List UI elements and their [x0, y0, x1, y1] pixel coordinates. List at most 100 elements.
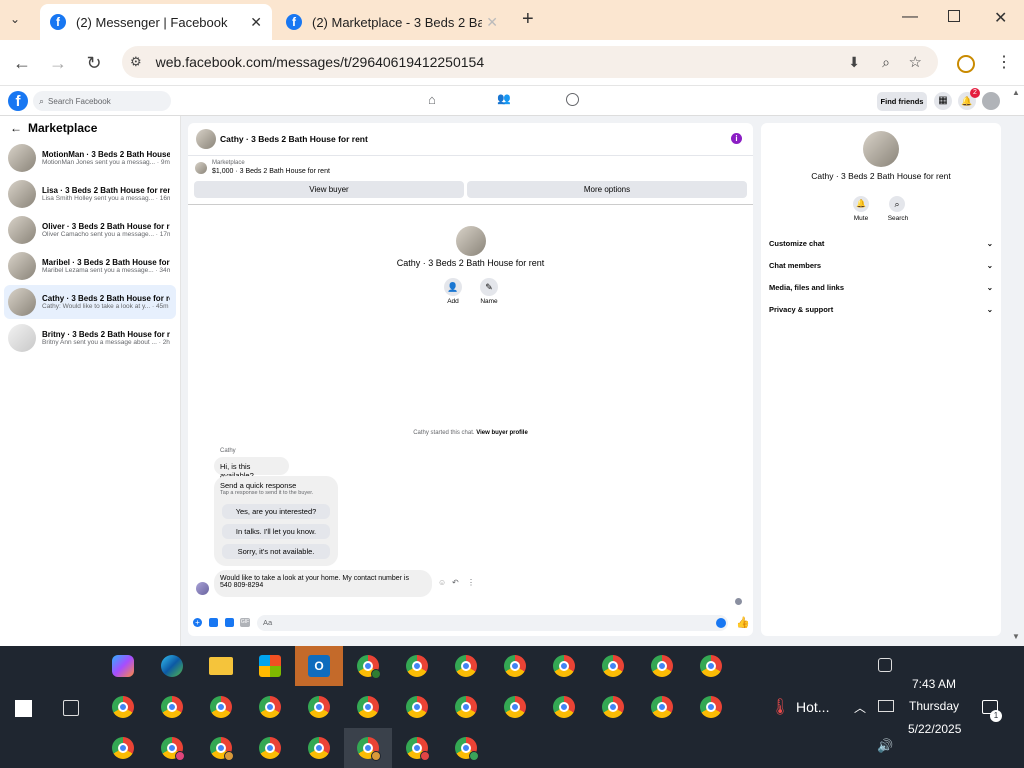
- chrome-icon[interactable]: [210, 696, 232, 718]
- start-windows-icon[interactable]: [15, 700, 32, 717]
- chrome-icon[interactable]: [553, 655, 575, 677]
- privacy-support-item[interactable]: Privacy & support ⌄: [769, 305, 993, 314]
- home-icon[interactable]: ⌂: [428, 92, 436, 107]
- chrome-icon[interactable]: [357, 696, 379, 718]
- address-bar[interactable]: ⚙ web.facebook.com/messages/t/2964061941…: [122, 46, 938, 78]
- file-explorer-icon[interactable]: [209, 657, 233, 675]
- weather-thermometer-icon[interactable]: 🌡: [770, 697, 790, 717]
- clock-date[interactable]: 5/22/2025: [908, 722, 961, 736]
- chrome-icon[interactable]: [651, 696, 673, 718]
- volume-icon[interactable]: 🔊: [877, 738, 893, 754]
- chrome-icon[interactable]: [700, 696, 722, 718]
- search-input[interactable]: ⌕ Search Facebook: [33, 91, 171, 111]
- chrome-icon[interactable]: [504, 655, 526, 677]
- close-tab-icon[interactable]: ✕: [486, 14, 498, 31]
- listing-thumbnail[interactable]: [195, 162, 207, 174]
- listing-info[interactable]: $1,000 · 3 Beds 2 Bath House for rent: [212, 168, 330, 175]
- media-files-links-item[interactable]: Media, files and links ⌄: [769, 283, 993, 292]
- groups-icon[interactable]: [566, 93, 579, 106]
- clock-time[interactable]: 7:43 AM: [912, 677, 956, 691]
- chat-members-item[interactable]: Chat members ⌄: [769, 261, 993, 270]
- chrome-icon[interactable]: [357, 655, 381, 679]
- back-arrow-icon[interactable]: ←: [10, 51, 34, 75]
- quick-reply-button[interactable]: Yes, are you interested?: [222, 504, 330, 519]
- profile-icon[interactable]: [957, 55, 975, 73]
- store-icon[interactable]: [259, 655, 281, 677]
- chrome-icon[interactable]: [308, 696, 330, 718]
- image-icon[interactable]: [209, 618, 218, 627]
- reload-icon[interactable]: ↻: [82, 51, 106, 75]
- chrome-icon[interactable]: [406, 655, 428, 677]
- chrome-icon[interactable]: [602, 655, 624, 677]
- sticker-icon[interactable]: [225, 618, 234, 627]
- browser-menu-icon[interactable]: ⋮: [996, 52, 1012, 72]
- chrome-icon[interactable]: [602, 696, 624, 718]
- customize-chat-item[interactable]: Customize chat ⌄: [769, 239, 993, 248]
- chrome-icon[interactable]: [651, 655, 673, 677]
- conversation-item[interactable]: Britny · 3 Beds 2 Bath House for rent Br…: [4, 321, 176, 355]
- conversation-item[interactable]: MotionMan · 3 Beds 2 Bath House... Motio…: [4, 141, 176, 175]
- tab-search-chevron-icon[interactable]: ⌄: [10, 12, 20, 26]
- chrome-icon[interactable]: [455, 737, 479, 761]
- restore-button[interactable]: [948, 10, 960, 22]
- scroll-down-arrow-icon[interactable]: ▼: [1012, 632, 1020, 641]
- tab-marketplace[interactable]: f (2) Marketplace - 3 Beds 2 Bath ✕: [276, 4, 508, 40]
- friends-icon[interactable]: 👥: [497, 92, 511, 105]
- back-arrow-icon[interactable]: ←: [10, 121, 22, 135]
- chrome-icon[interactable]: [553, 696, 575, 718]
- search-icon[interactable]: ⌕: [889, 196, 905, 212]
- mute-bell-icon[interactable]: 🔔: [853, 196, 869, 212]
- show-hidden-icons-chevron-icon[interactable]: ︿: [854, 699, 866, 716]
- task-view-icon[interactable]: [63, 700, 79, 716]
- chrome-icon[interactable]: [112, 696, 134, 718]
- menu-grid-icon[interactable]: ▦: [934, 92, 952, 110]
- minimize-button[interactable]: —: [902, 8, 918, 26]
- chrome-icon[interactable]: [455, 696, 477, 718]
- emoji-icon[interactable]: [716, 618, 726, 628]
- quick-reply-button[interactable]: Sorry, it's not available.: [222, 544, 330, 559]
- plus-circle-icon[interactable]: +: [193, 618, 202, 627]
- new-tab-button[interactable]: +: [522, 8, 534, 31]
- tab-messenger[interactable]: f (2) Messenger | Facebook ✕: [40, 4, 272, 40]
- conversation-item[interactable]: Lisa · 3 Beds 2 Bath House for rent Lisa…: [4, 177, 176, 211]
- forward-arrow-icon[interactable]: →: [46, 51, 70, 75]
- facebook-logo-icon[interactable]: f: [8, 91, 28, 111]
- network-icon[interactable]: [878, 700, 894, 712]
- chrome-icon[interactable]: [504, 696, 526, 718]
- conversation-item-selected[interactable]: Cathy · 3 Beds 2 Bath House for rent Cat…: [4, 285, 176, 319]
- copilot-icon[interactable]: [112, 655, 134, 677]
- chrome-icon[interactable]: [357, 737, 381, 761]
- chrome-icon[interactable]: [308, 737, 330, 759]
- site-info-icon[interactable]: ⚙: [130, 54, 142, 70]
- account-avatar[interactable]: [982, 92, 1000, 110]
- close-window-button[interactable]: ✕: [994, 8, 1007, 28]
- find-friends-button[interactable]: Find friends: [877, 92, 927, 111]
- chrome-icon[interactable]: [455, 655, 477, 677]
- close-tab-icon[interactable]: ✕: [250, 14, 262, 31]
- thumbs-up-icon[interactable]: 👍: [736, 616, 750, 629]
- pencil-icon[interactable]: ✎: [480, 278, 498, 296]
- chat-header-title[interactable]: Cathy · 3 Beds 2 Bath House for rent: [220, 134, 368, 144]
- more-options-button[interactable]: More options: [467, 181, 747, 198]
- view-buyer-button[interactable]: View buyer: [194, 181, 464, 198]
- chrome-icon[interactable]: [259, 696, 281, 718]
- outlook-icon[interactable]: O: [295, 646, 343, 686]
- quick-reply-button[interactable]: In talks. I'll let you know.: [222, 524, 330, 539]
- chrome-icon[interactable]: [406, 696, 428, 718]
- reply-icon[interactable]: ↶: [452, 578, 459, 587]
- weather-text[interactable]: Hot...: [796, 699, 829, 715]
- gif-icon[interactable]: GIF: [240, 618, 250, 627]
- chrome-icon[interactable]: [161, 696, 183, 718]
- info-avatar[interactable]: [863, 131, 899, 167]
- view-buyer-profile-link[interactable]: View buyer profile: [476, 430, 528, 436]
- meet-now-icon[interactable]: [878, 658, 892, 672]
- chrome-icon[interactable]: [112, 737, 134, 759]
- install-app-icon[interactable]: ⬇: [848, 54, 860, 71]
- chrome-icon[interactable]: [406, 737, 430, 761]
- message-input[interactable]: Aa: [257, 615, 728, 631]
- chrome-icon[interactable]: [210, 737, 234, 761]
- zoom-icon[interactable]: ⌕: [882, 54, 890, 71]
- conversation-item[interactable]: Maribel · 3 Beds 2 Bath House for ... Ma…: [4, 249, 176, 283]
- scroll-up-arrow-icon[interactable]: ▲: [1012, 88, 1020, 97]
- chrome-icon[interactable]: [161, 737, 185, 761]
